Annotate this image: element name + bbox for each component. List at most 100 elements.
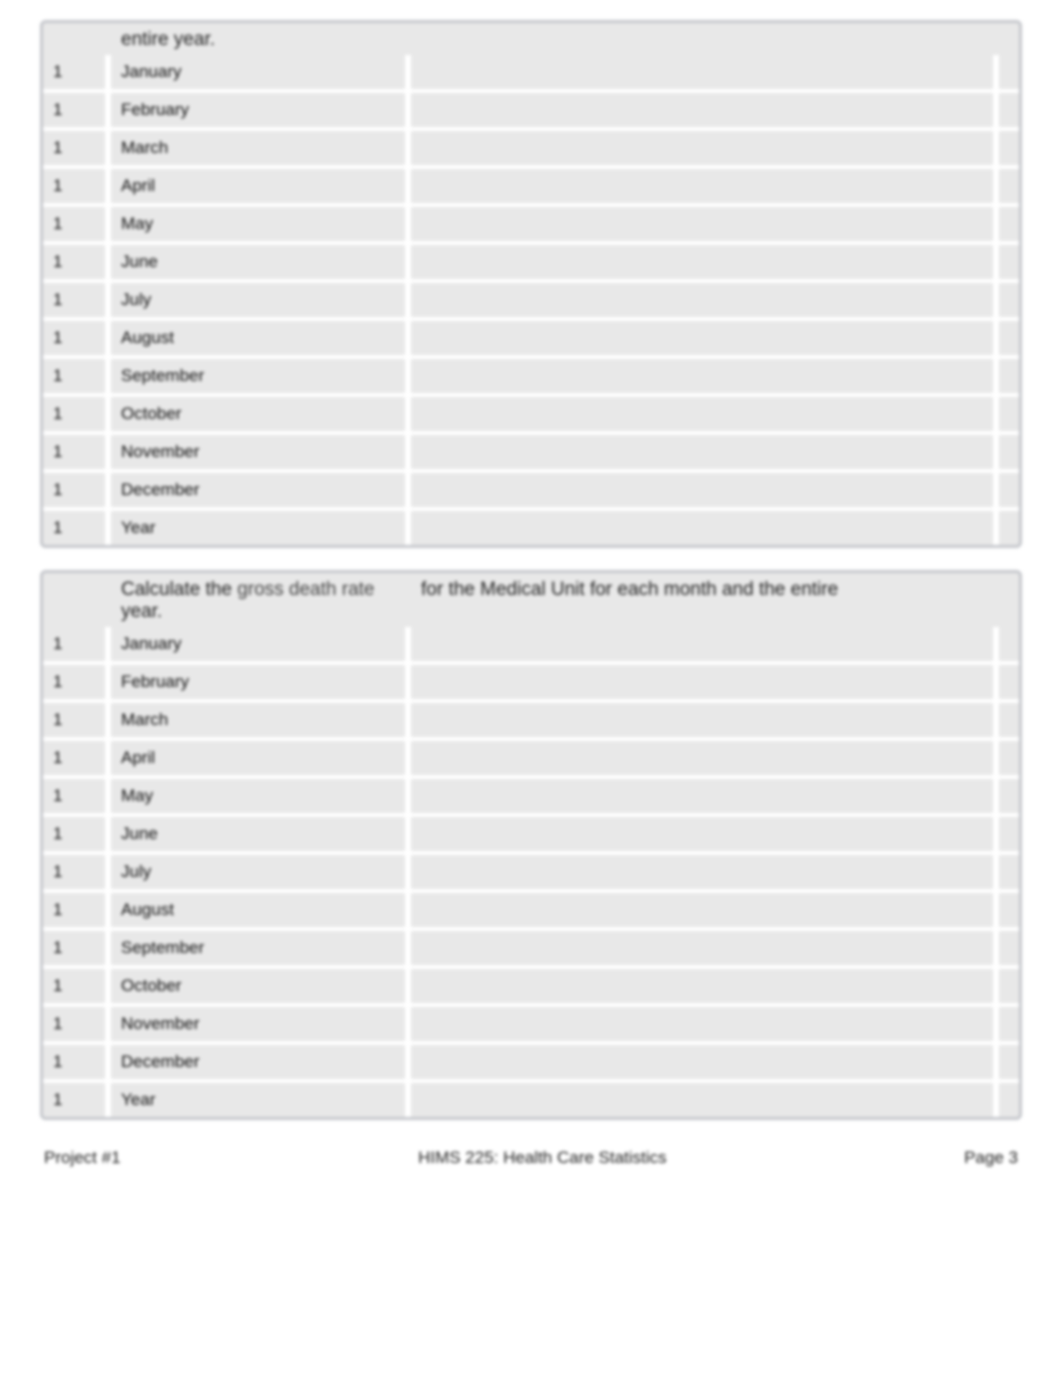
table-row: 1June — [43, 813, 1019, 851]
row-month: October — [111, 397, 411, 431]
table-2: Calculate the gross death rate year. for… — [40, 570, 1022, 1120]
row-number: 1 — [43, 1045, 111, 1079]
row-end — [999, 703, 1019, 737]
row-number: 1 — [43, 283, 111, 317]
row-end — [999, 969, 1019, 1003]
row-number: 1 — [43, 1083, 111, 1117]
table-row: 1September — [43, 927, 1019, 965]
table-row: 1October — [43, 965, 1019, 1003]
table-2-header: Calculate the gross death rate year. for… — [43, 573, 1019, 627]
row-value — [411, 817, 999, 851]
row-number: 1 — [43, 855, 111, 889]
row-value — [411, 1007, 999, 1041]
row-value — [411, 665, 999, 699]
row-end — [999, 245, 1019, 279]
table-1-inner: entire year. 1January1February1March1Apr… — [43, 23, 1019, 545]
table-row: 1June — [43, 241, 1019, 279]
row-number: 1 — [43, 893, 111, 927]
row-month: Year — [111, 511, 411, 545]
row-month: August — [111, 321, 411, 355]
table-row: 1December — [43, 1041, 1019, 1079]
row-month: November — [111, 435, 411, 469]
table-row: 1January — [43, 55, 1019, 89]
row-end — [999, 397, 1019, 431]
table-row: 1November — [43, 431, 1019, 469]
row-number: 1 — [43, 93, 111, 127]
row-value — [411, 779, 999, 813]
row-number: 1 — [43, 397, 111, 431]
row-month: May — [111, 207, 411, 241]
row-number: 1 — [43, 55, 111, 89]
row-month: February — [111, 665, 411, 699]
row-value — [411, 131, 999, 165]
row-month: September — [111, 931, 411, 965]
row-month: December — [111, 473, 411, 507]
row-end — [999, 855, 1019, 889]
table-row: 1October — [43, 393, 1019, 431]
row-end — [999, 893, 1019, 927]
row-month: August — [111, 893, 411, 927]
row-month: June — [111, 245, 411, 279]
row-number: 1 — [43, 435, 111, 469]
row-value — [411, 893, 999, 927]
row-month: June — [111, 817, 411, 851]
table-row: 1August — [43, 317, 1019, 355]
row-month: May — [111, 779, 411, 813]
row-value — [411, 473, 999, 507]
row-value — [411, 169, 999, 203]
row-value — [411, 55, 999, 89]
row-end — [999, 1083, 1019, 1117]
row-month: July — [111, 855, 411, 889]
row-number: 1 — [43, 1007, 111, 1041]
row-value — [411, 931, 999, 965]
table-row: 1July — [43, 851, 1019, 889]
row-month: March — [111, 131, 411, 165]
row-month: September — [111, 359, 411, 393]
row-end — [999, 55, 1019, 89]
row-month: March — [111, 703, 411, 737]
row-number: 1 — [43, 969, 111, 1003]
row-end — [999, 169, 1019, 203]
row-month: January — [111, 55, 411, 89]
row-number: 1 — [43, 245, 111, 279]
table-row: 1March — [43, 699, 1019, 737]
row-value — [411, 435, 999, 469]
row-month: Year — [111, 1083, 411, 1117]
row-value — [411, 1045, 999, 1079]
row-end — [999, 93, 1019, 127]
row-number: 1 — [43, 703, 111, 737]
row-value — [411, 397, 999, 431]
row-number: 1 — [43, 779, 111, 813]
row-end — [999, 359, 1019, 393]
row-number: 1 — [43, 169, 111, 203]
row-value — [411, 1083, 999, 1117]
table-row: 1February — [43, 661, 1019, 699]
table-1-header: entire year. — [43, 23, 1019, 55]
row-end — [999, 473, 1019, 507]
table-row: 1January — [43, 627, 1019, 661]
row-end — [999, 931, 1019, 965]
table-row: 1March — [43, 127, 1019, 165]
table-row: 1September — [43, 355, 1019, 393]
row-value — [411, 359, 999, 393]
footer-right: Page 3 — [964, 1148, 1018, 1168]
row-month: November — [111, 1007, 411, 1041]
row-month: February — [111, 93, 411, 127]
row-value — [411, 283, 999, 317]
row-value — [411, 511, 999, 545]
table-row: 1February — [43, 89, 1019, 127]
table-row: 1April — [43, 737, 1019, 775]
page-footer: Project #1 HIMS 225: Health Care Statist… — [40, 1148, 1022, 1168]
table-row: 1May — [43, 203, 1019, 241]
table-2-header-pre: Calculate the — [121, 579, 237, 600]
row-end — [999, 627, 1019, 661]
row-number: 1 — [43, 207, 111, 241]
table-1: entire year. 1January1February1March1Apr… — [40, 20, 1022, 548]
row-value — [411, 703, 999, 737]
row-value — [411, 321, 999, 355]
row-month: April — [111, 169, 411, 203]
row-end — [999, 321, 1019, 355]
table-row: 1Year — [43, 507, 1019, 545]
row-value — [411, 741, 999, 775]
row-number: 1 — [43, 321, 111, 355]
